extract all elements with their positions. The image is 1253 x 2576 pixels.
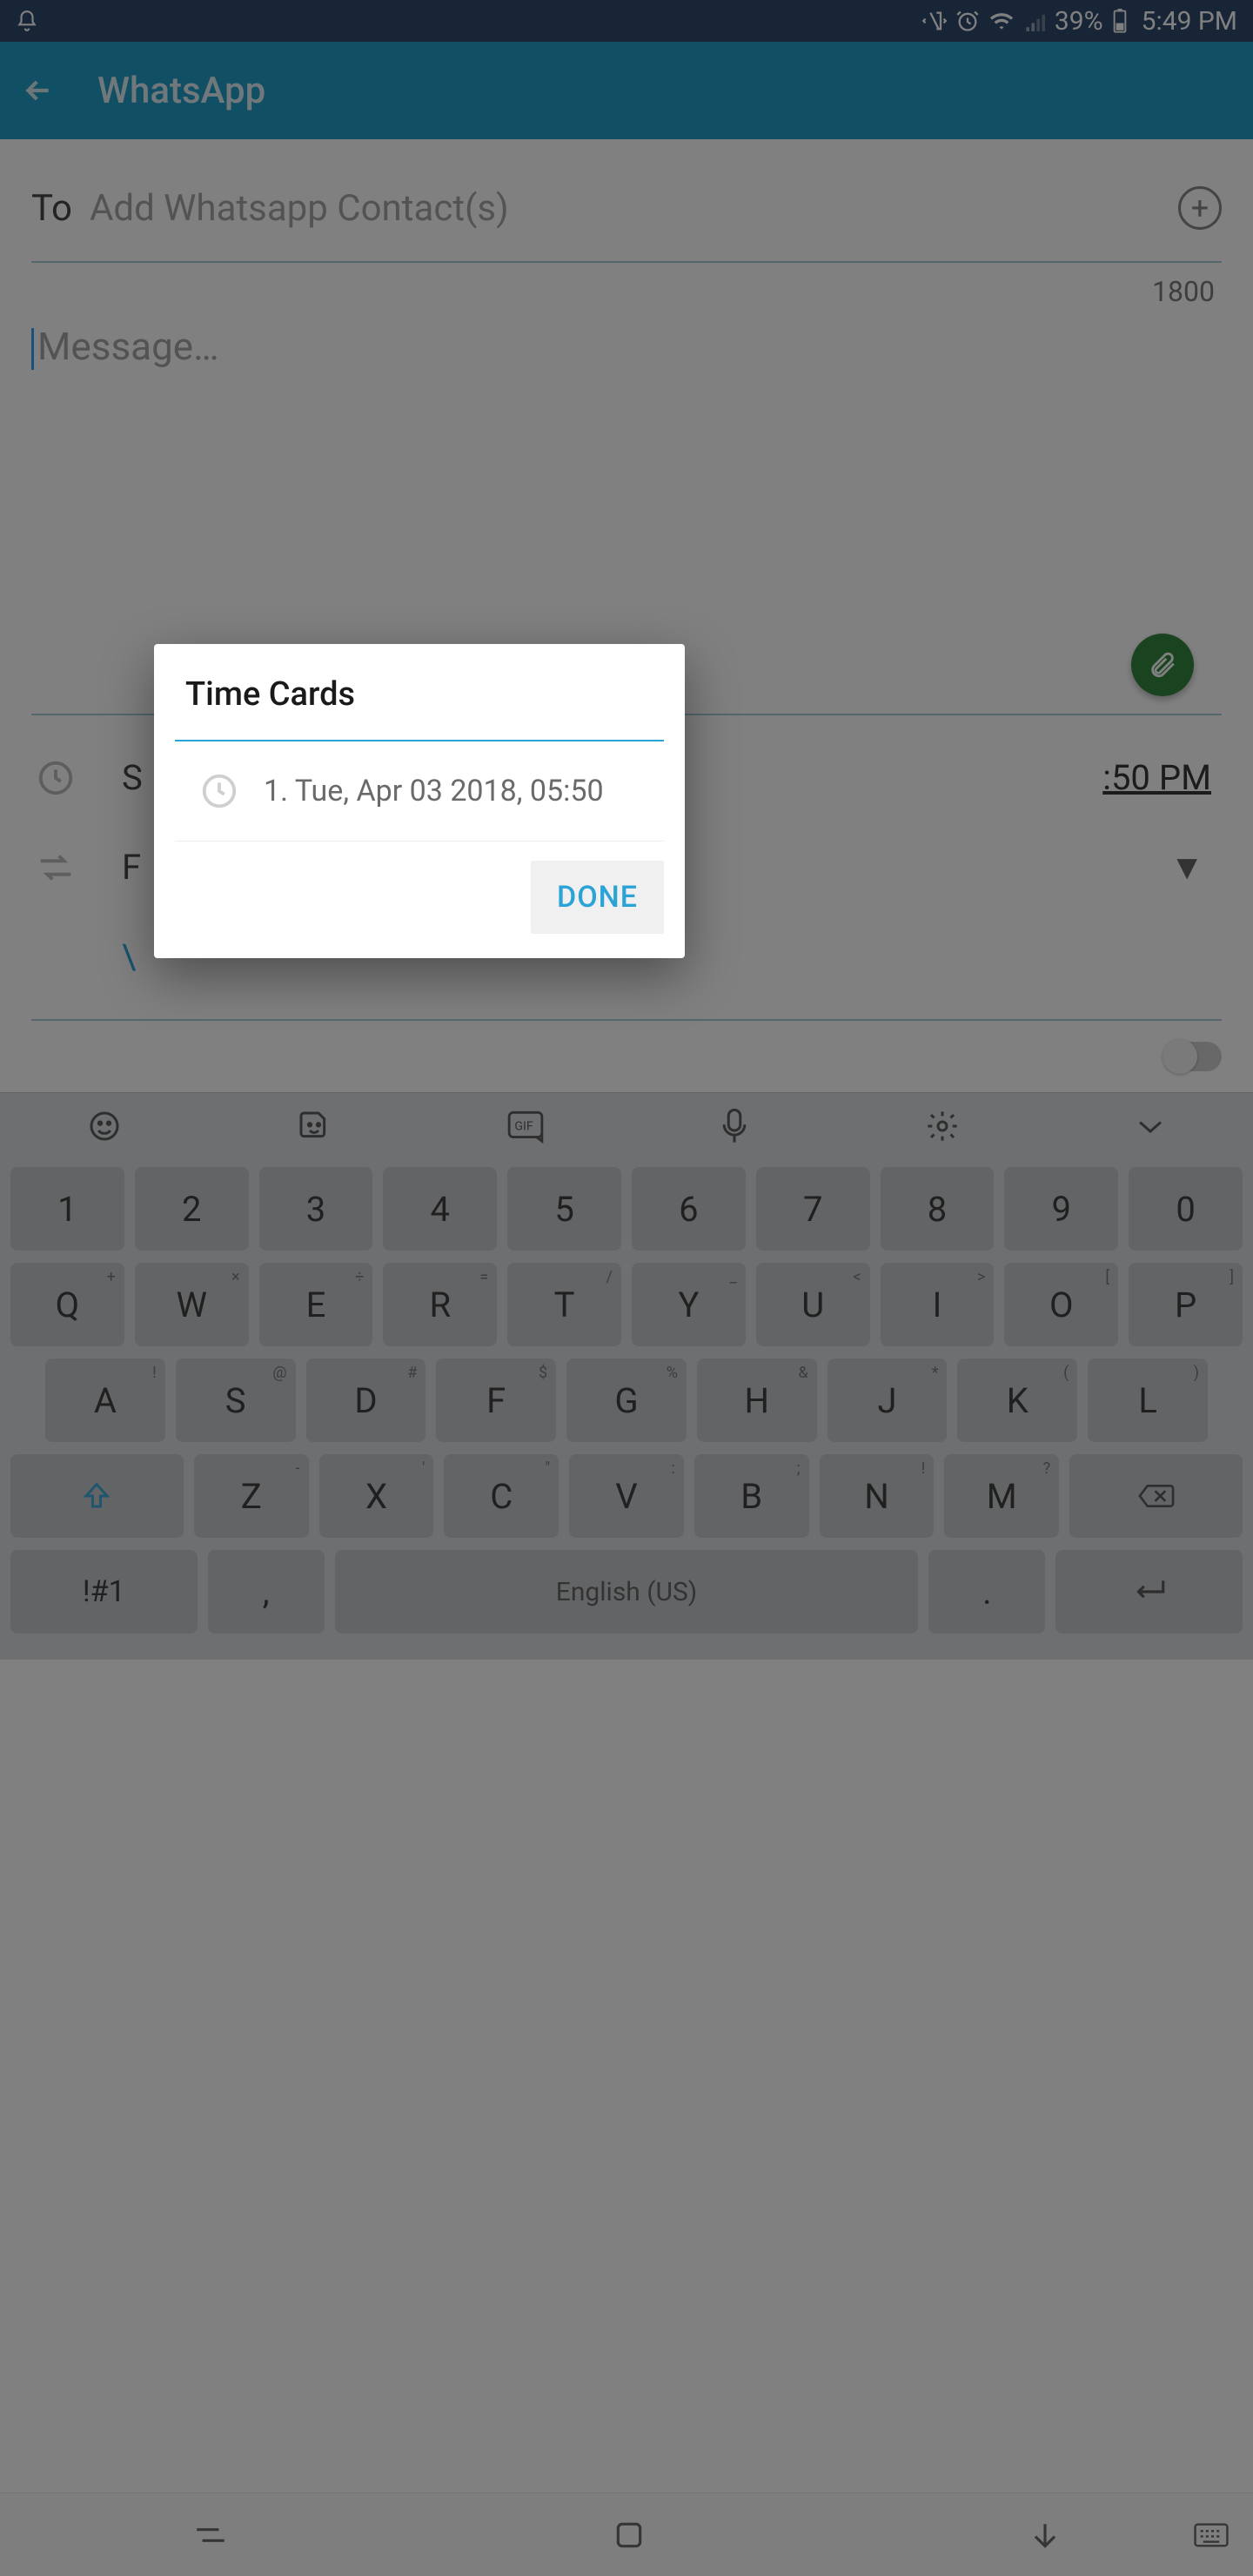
modal-scrim[interactable] — [0, 0, 1253, 2576]
done-button[interactable]: DONE — [531, 861, 664, 934]
time-cards-dialog: Time Cards 1. Tue, Apr 03 2018, 05:50 DO… — [154, 644, 685, 958]
dialog-title: Time Cards — [154, 675, 685, 740]
time-card-text: 1. Tue, Apr 03 2018, 05:50 — [264, 774, 604, 808]
clock-icon — [199, 771, 239, 811]
time-card-item[interactable]: 1. Tue, Apr 03 2018, 05:50 — [175, 741, 664, 842]
